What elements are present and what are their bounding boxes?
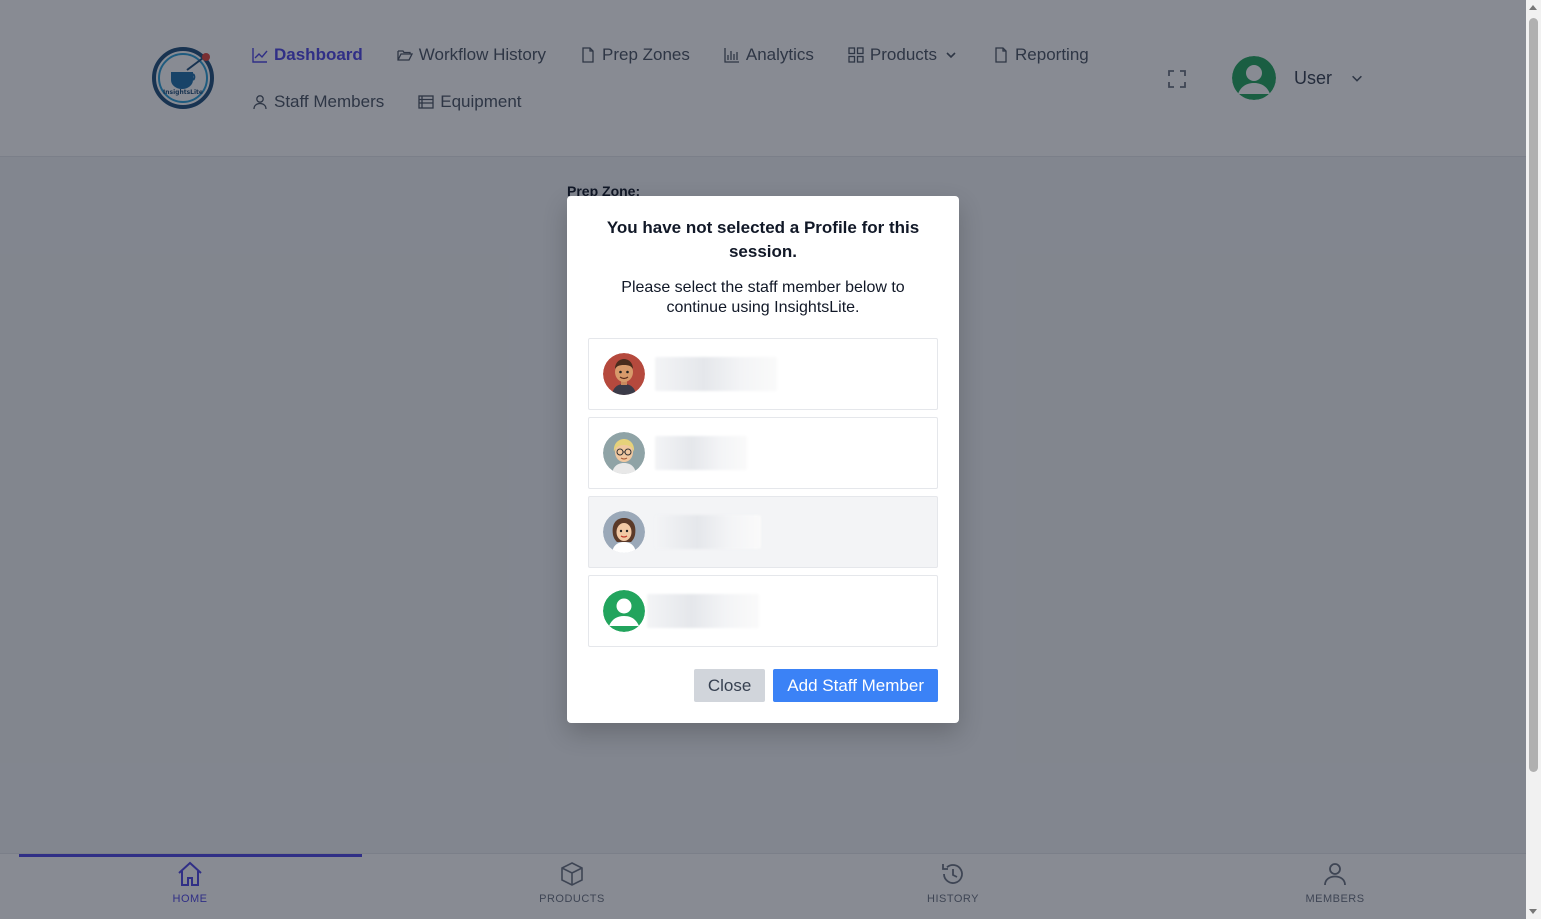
staff-name-redacted [655,515,761,549]
page-scrollbar[interactable] [1526,0,1541,919]
add-staff-member-button[interactable]: Add Staff Member [773,669,938,702]
staff-card[interactable] [588,338,938,410]
woman-avatar-icon [603,511,645,553]
modal-subtitle: Please select the staff member below to … [621,279,905,316]
scroll-down-arrow-icon[interactable] [1529,909,1537,914]
modal-actions: Close Add Staff Member [693,669,938,702]
staff-list [588,338,938,647]
staff-card[interactable] [588,575,938,647]
scrollbar-thumb[interactable] [1529,18,1538,772]
staff-card[interactable] [588,417,938,489]
elderly-woman-avatar-icon [603,432,645,474]
close-button[interactable]: Close [693,669,766,702]
staff-name-redacted [655,436,747,470]
select-profile-modal: You have not selected a Profile for this… [567,196,959,723]
staff-name-redacted [655,357,777,391]
scroll-up-arrow-icon[interactable] [1529,5,1537,10]
male-avatar-icon [603,353,645,395]
default-user-avatar-icon [603,590,645,632]
modal-title: You have not selected a Profile for this… [606,218,920,261]
staff-name-redacted [647,594,759,628]
staff-card[interactable] [588,496,938,568]
